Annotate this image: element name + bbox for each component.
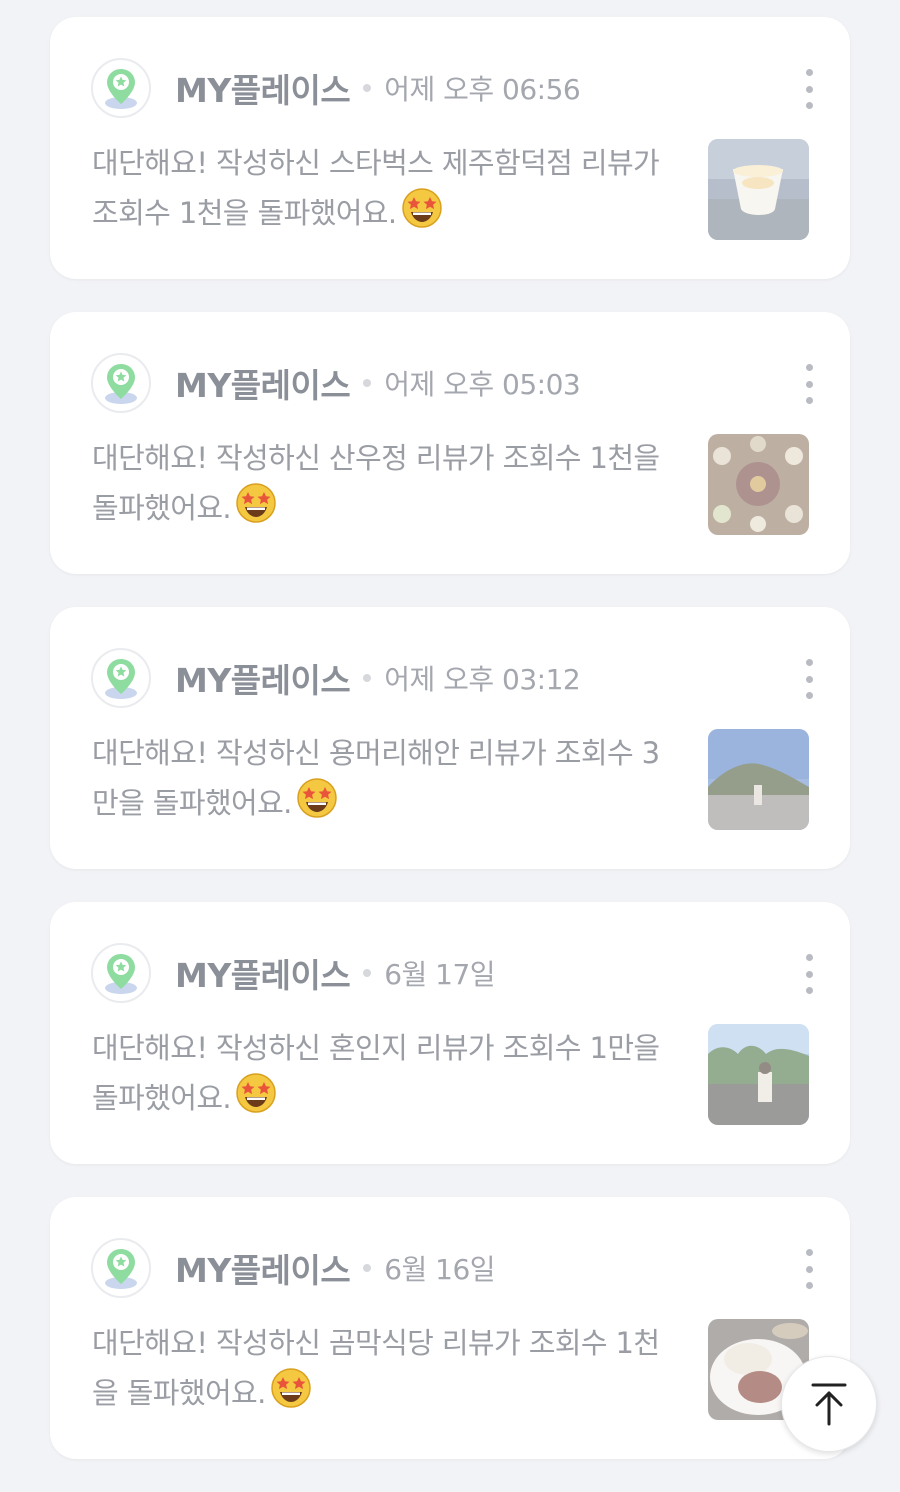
message-text: 대단해요! 작성하신 용머리해안 리뷰가 조회수 3만을 돌파했어요. — [92, 736, 660, 820]
message-text: 대단해요! 작성하신 곰막식당 리뷰가 조회수 1천을 돌파했어요. — [92, 1326, 660, 1410]
notification-card[interactable]: MY플레이스 어제 오후 06:56 대단해요! 작성하신 스타벅스 제주함덕점… — [50, 17, 850, 279]
card-header: MY플레이스 6월 16일 — [91, 1237, 496, 1299]
review-thumbnail[interactable] — [708, 1024, 809, 1125]
map-pin-star-icon — [91, 58, 151, 118]
notification-card[interactable]: MY플레이스 6월 17일 대단해요! 작성하신 혼인지 리뷰가 조회수 1만을… — [50, 902, 850, 1164]
map-pin-star-icon — [91, 943, 151, 1003]
timestamp: 6월 17일 — [384, 958, 496, 991]
scroll-to-top-button[interactable] — [781, 1356, 877, 1452]
map-pin-star-icon — [91, 1238, 151, 1298]
review-thumbnail[interactable] — [708, 434, 809, 535]
notification-card[interactable]: MY플레이스 어제 오후 03:12 대단해요! 작성하신 용머리해안 리뷰가 … — [50, 607, 850, 869]
more-vertical-icon[interactable] — [798, 954, 820, 994]
map-pin-star-icon — [91, 648, 151, 708]
notification-message: 대단해요! 작성하신 스타벅스 제주함덕점 리뷰가 조회수 1천을 돌파했어요. — [92, 139, 672, 243]
more-vertical-icon[interactable] — [798, 69, 820, 109]
source-name: MY플레이스 — [175, 366, 351, 405]
source-name: MY플레이스 — [175, 1251, 351, 1290]
more-vertical-icon[interactable] — [798, 1249, 820, 1289]
timestamp: 6월 16일 — [384, 1253, 496, 1286]
review-thumbnail[interactable] — [708, 729, 809, 830]
source-name: MY플레이스 — [175, 661, 351, 700]
notification-message: 대단해요! 작성하신 혼인지 리뷰가 조회수 1만을 돌파했어요. — [92, 1024, 672, 1128]
card-header: MY플레이스 어제 오후 06:56 — [91, 57, 581, 119]
star-struck-emoji — [401, 187, 443, 243]
notification-message: 대단해요! 작성하신 용머리해안 리뷰가 조회수 3만을 돌파했어요. — [92, 729, 672, 833]
separator-dot — [363, 84, 372, 92]
notification-card[interactable]: MY플레이스 어제 오후 05:03 대단해요! 작성하신 산우정 리뷰가 조회… — [50, 312, 850, 574]
timestamp: 어제 오후 05:03 — [384, 368, 581, 401]
arrow-up-to-top-icon — [811, 1383, 847, 1426]
notification-card[interactable]: MY플레이스 6월 16일 대단해요! 작성하신 곰막식당 리뷰가 조회수 1천… — [50, 1197, 850, 1459]
separator-dot — [363, 379, 372, 387]
card-header: MY플레이스 어제 오후 05:03 — [91, 352, 581, 414]
card-header: MY플레이스 6월 17일 — [91, 942, 496, 1004]
notification-feed: MY플레이스 어제 오후 06:56 대단해요! 작성하신 스타벅스 제주함덕점… — [50, 17, 850, 1492]
review-thumbnail[interactable] — [708, 139, 809, 240]
notification-message: 대단해요! 작성하신 산우정 리뷰가 조회수 1천을 돌파했어요. — [92, 434, 672, 538]
notification-message: 대단해요! 작성하신 곰막식당 리뷰가 조회수 1천을 돌파했어요. — [92, 1319, 672, 1423]
message-text: 대단해요! 작성하신 스타벅스 제주함덕점 리뷰가 조회수 1천을 돌파했어요. — [92, 146, 660, 230]
timestamp: 어제 오후 06:56 — [384, 73, 581, 106]
more-vertical-icon[interactable] — [798, 364, 820, 404]
source-name: MY플레이스 — [175, 956, 351, 995]
message-text: 대단해요! 작성하신 산우정 리뷰가 조회수 1천을 돌파했어요. — [92, 441, 660, 525]
separator-dot — [363, 969, 372, 977]
card-header: MY플레이스 어제 오후 03:12 — [91, 647, 581, 709]
more-vertical-icon[interactable] — [798, 659, 820, 699]
star-struck-emoji — [235, 482, 277, 538]
timestamp: 어제 오후 03:12 — [384, 663, 581, 696]
source-name: MY플레이스 — [175, 71, 351, 110]
separator-dot — [363, 1264, 372, 1272]
star-struck-emoji — [296, 777, 338, 833]
message-text: 대단해요! 작성하신 혼인지 리뷰가 조회수 1만을 돌파했어요. — [92, 1031, 660, 1115]
star-struck-emoji — [235, 1072, 277, 1128]
map-pin-star-icon — [91, 353, 151, 413]
star-struck-emoji — [270, 1367, 312, 1423]
separator-dot — [363, 674, 372, 682]
